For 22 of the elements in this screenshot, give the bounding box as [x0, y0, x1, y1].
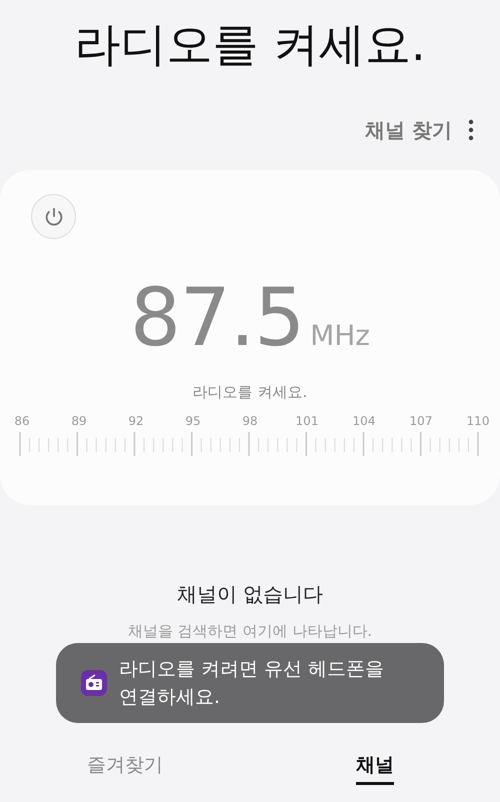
scale-label: 107 — [408, 414, 434, 428]
scale-label: 92 — [127, 414, 145, 428]
empty-title: 채널이 없습니다 — [176, 581, 324, 608]
scale-label: 110 — [466, 414, 490, 428]
power-button[interactable] — [31, 194, 76, 239]
page-title: 라디오를 켜세요. — [73, 16, 427, 73]
frequency: 87.5 — [130, 273, 304, 363]
status-text: 라디오를 켜세요. — [192, 383, 308, 402]
frequency-unit: MHz — [310, 319, 370, 352]
search-channels-button[interactable]: 채널 찾기 — [365, 116, 452, 144]
scale-label: 95 — [184, 414, 202, 428]
scale-label: 98 — [241, 414, 259, 428]
tab[interactable]: 즐겨찾기 — [0, 748, 250, 791]
more-options-icon[interactable] — [468, 119, 474, 141]
scale-label: 89 — [70, 414, 88, 428]
scale-label: 104 — [352, 414, 376, 428]
tab[interactable]: 채널 — [250, 748, 500, 791]
toast-message: 라디오를 켜려면 유선 헤드폰을 연결하세요. — [119, 657, 386, 710]
empty-hint: 채널을 검색하면 여기에 나타납니다. — [128, 622, 372, 641]
radio-icon — [81, 670, 107, 696]
scale-label: 86 — [13, 414, 31, 428]
scale-label: 101 — [294, 414, 320, 428]
